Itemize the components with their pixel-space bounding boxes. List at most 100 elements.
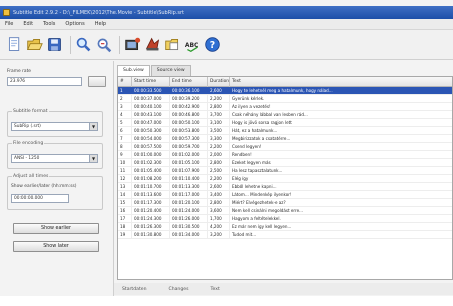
row-number: 5 (118, 119, 132, 126)
column-header-end[interactable]: End time (170, 77, 208, 87)
find-icon[interactable] (75, 36, 92, 53)
menu-edit[interactable]: Edit (18, 21, 38, 27)
row-start-time: 00:00:54.000 (132, 135, 170, 142)
file-encoding-group: File encoding ANSI - 1250 ▼ (7, 141, 103, 169)
status-item: Changes (168, 286, 189, 292)
table-row[interactable]: 2 00:00:37.000 00:00:39.200 2,200 Gyerünk ké… (118, 95, 452, 103)
new-icon[interactable] (6, 36, 23, 53)
row-start-time: 00:01:10.700 (132, 183, 170, 190)
row-duration: 2,200 (208, 175, 230, 182)
row-number: 8 (118, 143, 132, 150)
row-start-time: 00:00:40.100 (132, 103, 170, 110)
row-duration: 1,700 (208, 215, 230, 222)
left-panel: Frame rate 23.976 Subtitle format SubRip… (0, 61, 114, 306)
subtitle-format-dropdown[interactable]: SubRip (.srt) ▼ (11, 122, 98, 131)
table-row[interactable]: 6 00:00:50.300 00:00:53.800 3,500 Hát, ez a … (118, 127, 452, 135)
row-text: Hagyom a feltételekkel. (230, 215, 452, 222)
row-start-time: 00:00:43.100 (132, 111, 170, 118)
table-row[interactable]: 19 00:01:30.800 00:01:34.000 3,200 Tudod mit… (118, 231, 452, 239)
table-row[interactable]: 4 00:00:43.100 00:00:46.800 3,700 Csak néhán… (118, 111, 452, 119)
table-row[interactable]: 10 00:01:02.300 00:01:05.100 2,800 Ezeket le… (118, 159, 452, 167)
table-row[interactable]: 7 00:00:54.000 00:00:57.300 3,300 Megbirizza… (118, 135, 452, 143)
table-row[interactable]: 3 00:00:40.100 00:00:42.900 2,800 Az ilyen a… (118, 103, 452, 111)
subtitle-grid: # Start time End time Duration Text 1 00:… (117, 76, 453, 280)
row-end-time: 00:00:46.800 (170, 111, 208, 118)
menu-help[interactable]: Help (90, 21, 111, 27)
table-row[interactable]: 14 00:01:13.600 00:01:17.000 3,400 Látom... … (118, 191, 452, 199)
column-header-number[interactable]: # (118, 77, 132, 87)
row-text: Rendben! (230, 151, 452, 158)
show-earlier-button[interactable]: Show earlier (13, 223, 99, 234)
row-start-time: 00:01:13.600 (132, 191, 170, 198)
row-text: Ha lesz tapasztalatunk... (230, 167, 452, 174)
row-end-time: 00:00:42.900 (170, 103, 208, 110)
table-row[interactable]: 5 00:00:47.000 00:00:50.100 3,100 Hogy is jö… (118, 119, 452, 127)
table-row[interactable]: 9 00:01:00.000 00:01:02.000 2,000 Rendben! (118, 151, 452, 159)
row-duration: 3,400 (208, 191, 230, 198)
menu-options[interactable]: Options (60, 21, 89, 27)
file-encoding-value: ANSI - 1250 (14, 156, 40, 161)
menu-bar: File Edit Tools Options Help (0, 19, 453, 30)
row-number: 7 (118, 135, 132, 142)
tab-source-view[interactable]: Source view (150, 65, 191, 76)
row-number: 15 (118, 199, 132, 206)
grid-header: # Start time End time Duration Text (118, 77, 452, 87)
table-row[interactable]: 17 00:01:24.300 00:01:26.000 1,700 Hagyom a … (118, 215, 452, 223)
frame-rate-button[interactable] (88, 76, 106, 87)
row-end-time: 00:01:05.100 (170, 159, 208, 166)
table-row[interactable]: 16 00:01:20.400 00:01:24.000 3,600 Nem kell … (118, 207, 452, 215)
chevron-down-icon: ▼ (89, 123, 97, 130)
replace-icon[interactable] (95, 36, 112, 53)
spell-check-icon[interactable]: ABC (184, 36, 201, 53)
fix-errors-icon[interactable] (124, 36, 141, 53)
row-duration: 2,800 (208, 199, 230, 206)
row-end-time: 00:00:53.800 (170, 127, 208, 134)
row-start-time: 00:01:17.300 (132, 199, 170, 206)
table-row[interactable]: 13 00:01:10.700 00:01:13.300 2,600 Ebből leh… (118, 183, 452, 191)
adjust-time-input[interactable]: 00:00:00.000 (11, 194, 69, 203)
column-header-duration[interactable]: Duration (208, 77, 230, 87)
menu-file[interactable]: File (0, 21, 18, 27)
row-text: Elég így (230, 175, 452, 182)
menu-tools[interactable]: Tools (38, 21, 60, 27)
adjust-times-label: Adjust all times (12, 174, 50, 179)
file-encoding-dropdown[interactable]: ANSI - 1250 ▼ (11, 154, 98, 163)
svg-text:?: ? (210, 40, 215, 51)
subtitle-format-group: Subtitle format SubRip (.srt) ▼ (7, 109, 103, 137)
row-end-time: 00:01:20.100 (170, 199, 208, 206)
column-header-text[interactable]: Text (230, 77, 452, 87)
subtitle-format-value: SubRip (.srt) (14, 124, 41, 129)
table-row[interactable]: 12 00:01:08.200 00:01:10.400 2,200 Elég így (118, 175, 452, 183)
row-number: 13 (118, 183, 132, 190)
open-icon[interactable] (26, 36, 43, 53)
row-text: Hát, ez a hatalmunk... (230, 127, 452, 134)
toolbar: ABC ? (0, 30, 453, 60)
frame-rate-field[interactable]: 23.976 (7, 77, 82, 86)
row-duration: 2,800 (208, 159, 230, 166)
row-number: 10 (118, 159, 132, 166)
show-later-button[interactable]: Show later (13, 241, 99, 252)
row-duration: 3,600 (208, 207, 230, 214)
row-start-time: 00:01:20.400 (132, 207, 170, 214)
row-number: 9 (118, 151, 132, 158)
visual-sync-icon[interactable] (144, 36, 161, 53)
table-row[interactable]: 11 00:01:05.400 00:01:07.900 2,500 Ha lesz t… (118, 167, 452, 175)
tab-sub-view[interactable]: Sub.view (117, 65, 150, 76)
table-row[interactable]: 8 00:00:57.500 00:00:59.700 2,200 Csend legy… (118, 143, 452, 151)
column-header-start[interactable]: Start time (132, 77, 170, 87)
row-text: Hogy te lehetnél meg a hatalmunk, hogy n… (230, 87, 452, 94)
visual-sync-open-icon[interactable] (164, 36, 181, 53)
table-row[interactable]: 1 00:00:33.500 00:00:36.100 2,600 Hogy te le… (118, 87, 452, 95)
row-duration: 3,700 (208, 111, 230, 118)
row-end-time: 00:00:50.100 (170, 119, 208, 126)
row-end-time: 00:00:36.100 (170, 87, 208, 94)
table-row[interactable]: 18 00:01:26.300 00:01:30.500 4,200 Ez már ne… (118, 223, 452, 231)
row-duration: 2,800 (208, 103, 230, 110)
save-icon[interactable] (46, 36, 63, 53)
row-text: Csak néhány lábbal van lesben rád... (230, 111, 452, 118)
row-start-time: 00:00:37.000 (132, 95, 170, 102)
help-icon[interactable]: ? (204, 36, 221, 53)
app-window: Subtitle Edit 2.9.2 - D:\_FILMEK\2012\Th… (0, 0, 453, 306)
row-number: 18 (118, 223, 132, 230)
table-row[interactable]: 15 00:01:17.300 00:01:20.100 2,800 Miért? El… (118, 199, 452, 207)
